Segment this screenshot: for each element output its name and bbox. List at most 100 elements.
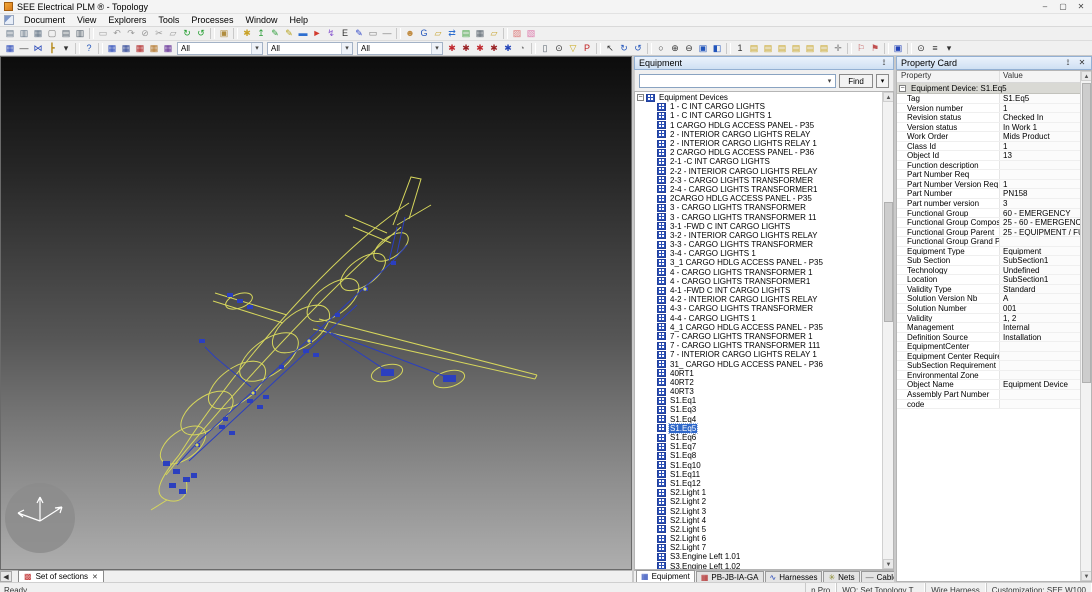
tree-item[interactable]: 4-1 -FWD C INT CARGO LIGHTS — [635, 286, 882, 295]
topology-table-icon[interactable]: ▦ — [3, 42, 17, 55]
property-row[interactable]: Part Number PN158 — [897, 189, 1080, 199]
delete-icon[interactable]: ⊘ — [138, 27, 152, 40]
box-tool-1-icon[interactable]: ▤ — [747, 42, 761, 55]
collapse-icon[interactable]: − — [637, 94, 644, 101]
filter-combo[interactable]: All ▾ — [267, 42, 353, 55]
sync-arrows-icon[interactable]: ⇄ — [445, 27, 459, 40]
tree-item[interactable]: 2 - INTERIOR CARGO LIGHTS RELAY — [635, 130, 882, 139]
board-dark-icon[interactable]: ▦ — [161, 42, 175, 55]
box-tool-6-icon[interactable]: ▤ — [817, 42, 831, 55]
net-tool-icon[interactable]: ↯ — [324, 27, 338, 40]
tree-item[interactable]: S1.Eq8 — [635, 451, 882, 460]
property-row[interactable]: Sub Section SubSection1 — [897, 256, 1080, 266]
select-icon[interactable]: ▭ — [96, 27, 110, 40]
navigate-g-icon[interactable]: G — [417, 27, 431, 40]
property-row[interactable]: Environmental Zone — [897, 371, 1080, 381]
property-row[interactable]: Functional Group Parent 25 - EQUIPMENT /… — [897, 228, 1080, 238]
box-tool-4-icon[interactable]: ▤ — [789, 42, 803, 55]
pin-icon[interactable]: ⟟ — [1063, 57, 1073, 69]
box-tool-3-icon[interactable]: ▤ — [775, 42, 789, 55]
column-property[interactable]: Property — [897, 71, 1000, 82]
box-tool-5-icon[interactable]: ▤ — [803, 42, 817, 55]
equipment-panel-header[interactable]: Equipment ⟟ — [634, 56, 894, 70]
text-info-block-icon[interactable]: ≡ — [928, 42, 942, 55]
tree-item[interactable]: S2.Light 6 — [635, 534, 882, 543]
tree-item[interactable]: 31_ CARGO HDLG ACCESS PANEL - P36 — [635, 359, 882, 368]
walk-figure-icon[interactable]: ⚐ — [854, 42, 868, 55]
explorer-documents-icon[interactable]: ▥ — [17, 27, 31, 40]
tree-item[interactable]: 7 - INTERIOR CARGO LIGHTS RELAY 1 — [635, 350, 882, 359]
tree-root-equipment-devices[interactable]: − Equipment Devices — [635, 93, 882, 102]
scroll-down-icon[interactable]: ▼ — [883, 559, 894, 569]
tree-item[interactable]: S2.Light 1 — [635, 488, 882, 497]
property-group-header[interactable]: − Equipment Device: S1.Eq5 — [897, 83, 1080, 94]
insert-up-icon[interactable]: ↥ — [254, 27, 268, 40]
tree-item[interactable]: S2.Light 7 — [635, 543, 882, 552]
folder-open-icon[interactable]: ▱ — [431, 27, 445, 40]
column-value[interactable]: Value — [1000, 71, 1080, 82]
property-row[interactable]: Functional Group Grand Par... — [897, 237, 1080, 247]
property-row[interactable]: Equipment Type Equipment — [897, 247, 1080, 257]
branch-tool-icon[interactable]: ┣ — [45, 42, 59, 55]
property-row[interactable]: Function description — [897, 161, 1080, 171]
tab-set-of-sections[interactable]: ▩ Set of sections ✕ — [18, 570, 104, 582]
property-row[interactable]: Object Name Equipment Device — [897, 380, 1080, 390]
property-row[interactable]: Part number version 3 — [897, 199, 1080, 209]
rotate-icon[interactable]: ↻ — [617, 42, 631, 55]
help-pointer-icon[interactable]: ? — [82, 42, 96, 55]
property-row[interactable]: SubSection Requirement — [897, 361, 1080, 371]
tree-item[interactable]: 2CARGO HDLG ACCESS PANEL - P35 — [635, 194, 882, 203]
tree-item[interactable]: S3.Engine Left 1.01 — [635, 552, 882, 561]
present-box-icon[interactable]: ▣ — [891, 42, 905, 55]
wire-red-4-icon[interactable]: ✱ — [487, 42, 501, 55]
print-setup-icon[interactable]: ▥ — [73, 27, 87, 40]
orientation-compass[interactable] — [5, 483, 75, 553]
find-in-view-icon[interactable]: ⊙ — [914, 42, 928, 55]
property-row[interactable]: code — [897, 400, 1080, 410]
zoom-icon[interactable]: ○ — [654, 42, 668, 55]
toolbar-overflow-icon[interactable]: ▾ — [942, 42, 956, 55]
tree-item[interactable]: 2-1 -C INT CARGO LIGHTS — [635, 157, 882, 166]
disabled-tool-1-icon[interactable]: ▨ — [510, 27, 524, 40]
tree-item[interactable]: 40RT3 — [635, 387, 882, 396]
tree-item[interactable]: 1 - C INT CARGO LIGHTS — [635, 102, 882, 111]
pin-icon[interactable]: ⟟ — [879, 57, 889, 69]
tree-item[interactable]: 3-4 - CARGO LIGHTS 1 — [635, 249, 882, 258]
redo-icon[interactable]: ↷ — [124, 27, 138, 40]
box-tool-2-icon[interactable]: ▤ — [761, 42, 775, 55]
menu-item[interactable]: Help — [283, 14, 314, 27]
tree-item[interactable]: 2-2 - INTERIOR CARGO LIGHTS RELAY — [635, 167, 882, 176]
zoom-window-icon[interactable]: ▣ — [696, 42, 710, 55]
property-row[interactable]: Technology Undefined — [897, 266, 1080, 276]
tree-item[interactable]: 4-4 - CARGO LIGHTS 1 — [635, 314, 882, 323]
property-row[interactable]: Part Number Req — [897, 170, 1080, 180]
tree-item[interactable]: 2-3 - CARGO LIGHTS TRANSFORMER — [635, 176, 882, 185]
tree-item[interactable]: 1 - C INT CARGO LIGHTS 1 — [635, 111, 882, 120]
chevron-down-icon[interactable]: ▾ — [824, 77, 835, 85]
branch-dropdown-icon[interactable]: ▾ — [59, 42, 73, 55]
refresh-window-icon[interactable]: ↺ — [194, 27, 208, 40]
layers-icon[interactable]: ▤ — [459, 27, 473, 40]
property-row[interactable]: Management Internal — [897, 323, 1080, 333]
edit-yellow-icon[interactable]: ✎ — [282, 27, 296, 40]
property-row[interactable]: Validity 1, 2 — [897, 314, 1080, 324]
find-options-dropdown[interactable]: ▾ — [876, 74, 889, 88]
refresh-icon[interactable]: ↻ — [180, 27, 194, 40]
tree-item[interactable]: S1.Eq12 — [635, 479, 882, 488]
explorer-tab[interactable]: ▦ Equipment — [636, 570, 695, 582]
zoom-out-icon[interactable]: ⊖ — [682, 42, 696, 55]
chevron-down-icon[interactable]: ▾ — [341, 43, 352, 54]
property-row[interactable]: Solution Number 001 — [897, 304, 1080, 314]
harness-tool-icon[interactable]: ⋈ — [31, 42, 45, 55]
image-view-icon[interactable]: ▣ — [217, 27, 231, 40]
tree-item[interactable]: 2 - INTERIOR CARGO LIGHTS RELAY 1 — [635, 139, 882, 148]
connector-icon[interactable]: ▬ — [296, 27, 310, 40]
cut-icon[interactable]: ✂ — [152, 27, 166, 40]
close-icon[interactable]: ✕ — [92, 573, 98, 581]
explorer-tab[interactable]: ▦ PB-JB-IA-GA — [696, 571, 764, 582]
user-icon[interactable]: ☻ — [403, 27, 417, 40]
tree-item[interactable]: S1.Eq3 — [635, 405, 882, 414]
property-panel-scrollbar[interactable]: ▲ ▼ — [1080, 71, 1091, 581]
explorer-objects-icon[interactable]: ▦ — [31, 27, 45, 40]
menu-item[interactable]: Processes — [185, 14, 239, 27]
